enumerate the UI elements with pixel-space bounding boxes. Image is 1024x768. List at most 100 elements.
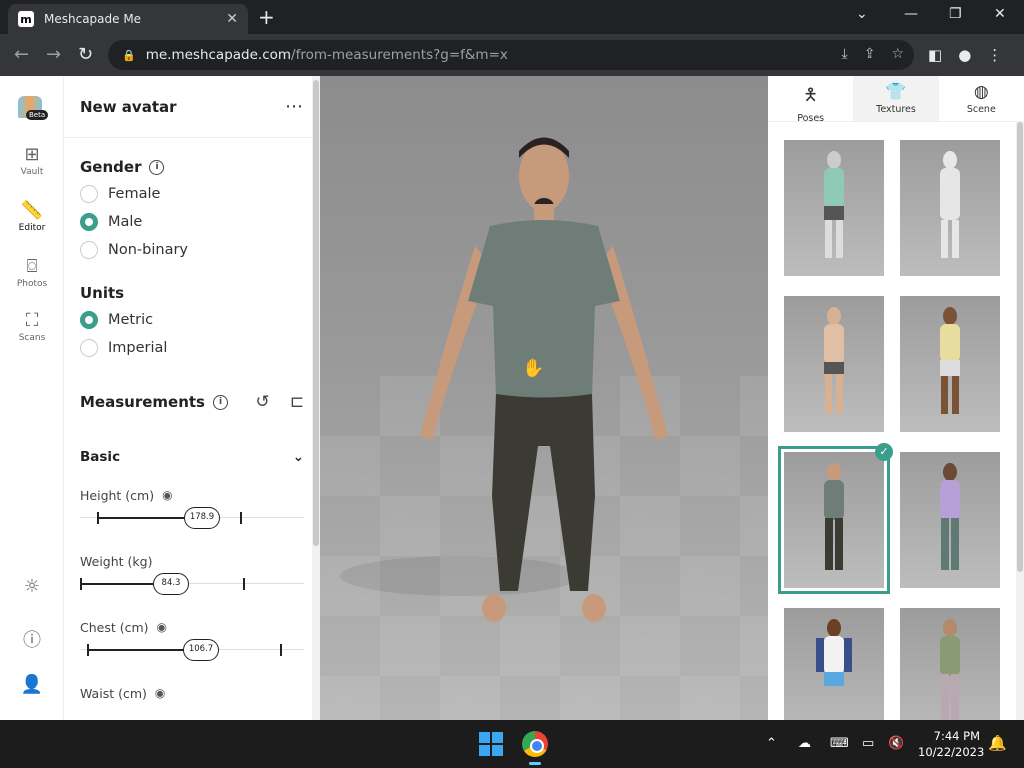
rail-item-scans[interactable]: ⛶ Scans [0, 310, 64, 343]
slider-label-text: Height (cm) [80, 487, 155, 503]
radio-icon [80, 185, 98, 203]
minimize-icon[interactable]: — [904, 6, 918, 22]
rail-item-vault[interactable]: ⊞ Vault [0, 144, 64, 177]
library-panel: 🯅 Poses 👕 Textures ◍ Scene ✓ [768, 76, 1024, 744]
profile-icon[interactable]: ● [958, 46, 971, 64]
measurements-title: Measurements [80, 393, 205, 411]
onedrive-icon[interactable]: ☁ [798, 736, 811, 751]
slider-label-text: Waist (cm) [80, 685, 147, 701]
theme-toggle-button[interactable]: ☼ [0, 576, 64, 599]
reload-icon[interactable]: ↻ [78, 44, 93, 65]
close-window-icon[interactable]: ✕ [994, 6, 1006, 22]
panel-header: New avatar ⋯ [64, 76, 320, 138]
tab-search-icon[interactable]: ⌄ [856, 6, 868, 22]
radio-icon [80, 241, 98, 259]
avatar-figure [340, 137, 668, 622]
rail-item-label: Scans [18, 333, 46, 343]
gender-option-male[interactable]: Male [64, 208, 320, 236]
windows-start-icon[interactable] [479, 732, 503, 756]
library-scrollbar[interactable] [1016, 122, 1024, 720]
rail-item-label: Photos [16, 279, 48, 289]
rail-item-photos[interactable]: ⌼ Photos [0, 256, 64, 289]
app-root: Beta ⊞ Vault 📏 Editor ⌼ Photos ⛶ Scans ☼… [0, 76, 1024, 744]
gender-option-nonbinary[interactable]: Non-binary [64, 236, 320, 264]
chevron-down-icon: ⌄ [292, 449, 304, 465]
forward-icon[interactable]: → [46, 44, 61, 65]
scan-icon: ⛶ [25, 310, 39, 331]
units-title: Units [80, 284, 125, 302]
eye-icon[interactable]: ◉ [155, 686, 165, 700]
units-option-imperial[interactable]: Imperial [64, 334, 320, 362]
radio-checked-icon [80, 311, 98, 329]
texture-thumbnail[interactable] [784, 296, 884, 432]
chevron-up-icon[interactable]: ⌃ [766, 736, 777, 751]
tab-textures[interactable]: 👕 Textures [853, 76, 939, 121]
grab-cursor-icon: ✋ [522, 358, 545, 379]
info-icon[interactable]: i [149, 159, 165, 175]
avatar-viewport[interactable]: ✋ [320, 76, 768, 720]
radio-label: Non-binary [108, 242, 188, 258]
account-button[interactable]: 👤 [0, 674, 64, 697]
gender-option-female[interactable]: Female [64, 180, 320, 208]
tab-close-icon[interactable]: ✕ [226, 11, 238, 27]
more-options-icon[interactable]: ⋯ [285, 96, 304, 117]
tab-label: Textures [876, 104, 916, 115]
selected-check-icon: ✓ [875, 443, 893, 461]
slider-thumb[interactable]: 106.7 [183, 639, 219, 661]
basic-accordion[interactable]: Basic ⌄ [64, 442, 320, 472]
tab-scene[interactable]: ◍ Scene [939, 76, 1024, 121]
system-clock[interactable]: 7:44 PM 10/22/2023 [918, 728, 984, 760]
radio-label: Male [108, 214, 143, 230]
volume-muted-icon[interactable]: 🔇 [888, 736, 904, 751]
back-icon[interactable]: ← [14, 44, 29, 65]
menu-kebab-icon[interactable]: ⋮ [987, 46, 1002, 64]
keyboard-icon[interactable]: ⌨ [830, 736, 849, 751]
weight-slider[interactable]: 84.3 [80, 572, 304, 596]
browser-tab[interactable]: m Meshcapade Me ✕ [8, 4, 248, 34]
rail-item-label: Vault [20, 167, 44, 177]
basic-label: Basic [80, 449, 121, 465]
slider-thumb[interactable]: 84.3 [153, 573, 189, 595]
height-slider[interactable]: 178.9 [80, 506, 304, 530]
bookmark-star-icon[interactable]: ☆ [891, 46, 904, 62]
notification-bell-icon[interactable]: 🔔 [988, 734, 1007, 752]
grid-icon: ⊞ [24, 144, 40, 165]
ruler-icon: 📏 [20, 200, 44, 221]
texture-thumbnail[interactable] [900, 140, 1000, 276]
info-icon[interactable]: i [212, 394, 228, 410]
chrome-icon[interactable] [522, 731, 548, 757]
chest-slider[interactable]: 106.7 [80, 638, 304, 662]
shirt-icon: 👕 [885, 82, 907, 102]
nav-rail: Beta ⊞ Vault 📏 Editor ⌼ Photos ⛶ Scans ☼… [0, 76, 64, 720]
tape-measure-icon[interactable]: ⊏ [290, 392, 304, 412]
texture-thumbnail[interactable] [900, 452, 1000, 588]
slider-thumb[interactable]: 178.9 [184, 507, 220, 529]
radio-label: Imperial [108, 340, 168, 356]
units-option-metric[interactable]: Metric [64, 306, 320, 334]
tab-poses[interactable]: 🯅 Poses [768, 76, 853, 124]
texture-thumbnail[interactable] [900, 296, 1000, 432]
panel-scrollbar[interactable] [312, 76, 320, 720]
texture-thumbnail[interactable] [784, 140, 884, 276]
share-icon[interactable]: ⇪ [864, 46, 876, 62]
restore-icon[interactable]: ❐ [949, 6, 962, 22]
tab-title: Meshcapade Me [44, 12, 142, 26]
meshcapade-logo[interactable]: Beta [18, 96, 49, 124]
chest-label: Chest (cm) ◉ [64, 616, 320, 638]
eye-icon[interactable]: ◉ [162, 488, 172, 502]
eye-icon[interactable]: ◉ [157, 620, 167, 634]
display-icon[interactable]: ▭ [862, 736, 874, 751]
install-icon[interactable]: ⤓ [842, 46, 848, 62]
lock-icon: 🔒 [122, 48, 136, 62]
side-panel-icon[interactable]: ◧ [928, 46, 942, 64]
texture-thumbnail-selected[interactable] [778, 446, 890, 594]
user-icon: 👤 [20, 674, 44, 695]
url-path: /from-measurements?g=f&m=x [291, 47, 508, 63]
new-tab-icon[interactable]: + [258, 5, 275, 29]
rail-item-editor[interactable]: 📏 Editor [0, 200, 64, 233]
reset-icon[interactable]: ↺ [256, 392, 270, 412]
measurements-header: Measurements i ↺ ⊏ [64, 384, 320, 420]
editor-panel: New avatar ⋯ Gender i Female Male Non-bi… [64, 76, 320, 720]
help-button[interactable]: ⓘ [0, 626, 64, 654]
address-bar[interactable]: 🔒 me.meshcapade.com/from-measurements?g=… [108, 40, 914, 70]
